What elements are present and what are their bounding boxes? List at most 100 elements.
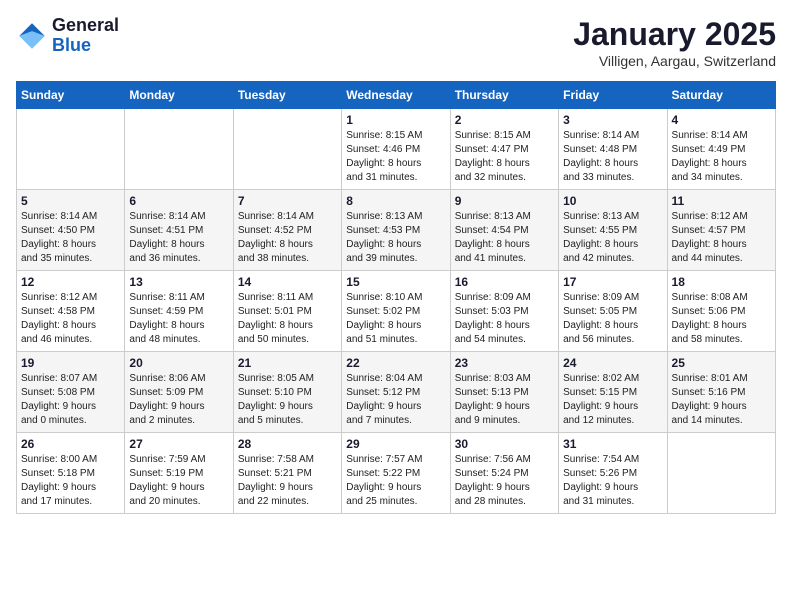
day-detail: Sunrise: 7:57 AMSunset: 5:22 PMDaylight:… bbox=[346, 453, 445, 509]
day-detail: Sunrise: 8:15 AMSunset: 4:46 PMDaylight:… bbox=[346, 129, 445, 185]
calendar-cell: 5 Sunrise: 8:14 AMSunset: 4:50 PMDaylight… bbox=[17, 190, 125, 271]
day-detail: Sunrise: 8:14 AMSunset: 4:49 PMDaylight:… bbox=[672, 129, 771, 185]
day-detail: Sunrise: 8:01 AMSunset: 5:16 PMDaylight:… bbox=[672, 372, 771, 428]
day-detail: Sunrise: 8:11 AMSunset: 5:01 PMDaylight:… bbox=[238, 291, 337, 347]
calendar-week-row: 5 Sunrise: 8:14 AMSunset: 4:50 PMDaylight… bbox=[17, 190, 776, 271]
calendar-header-row: Sunday Monday Tuesday Wednesday Thursday… bbox=[17, 82, 776, 109]
calendar-cell: 20 Sunrise: 8:06 AMSunset: 5:09 PMDayligh… bbox=[125, 352, 233, 433]
day-number: 24 bbox=[563, 356, 662, 370]
day-number: 31 bbox=[563, 437, 662, 451]
calendar-cell: 31 Sunrise: 7:54 AMSunset: 5:26 PMDayligh… bbox=[559, 433, 667, 514]
header-sunday: Sunday bbox=[17, 82, 125, 109]
day-detail: Sunrise: 8:06 AMSunset: 5:09 PMDaylight:… bbox=[129, 372, 228, 428]
day-number: 21 bbox=[238, 356, 337, 370]
day-number: 3 bbox=[563, 113, 662, 127]
day-detail: Sunrise: 7:58 AMSunset: 5:21 PMDaylight:… bbox=[238, 453, 337, 509]
day-number: 9 bbox=[455, 194, 554, 208]
day-number: 13 bbox=[129, 275, 228, 289]
calendar-cell: 2 Sunrise: 8:15 AMSunset: 4:47 PMDaylight… bbox=[450, 109, 558, 190]
calendar-cell: 10 Sunrise: 8:13 AMSunset: 4:55 PMDayligh… bbox=[559, 190, 667, 271]
day-detail: Sunrise: 8:02 AMSunset: 5:15 PMDaylight:… bbox=[563, 372, 662, 428]
header-friday: Friday bbox=[559, 82, 667, 109]
page-header: General Blue January 2025 Villigen, Aarg… bbox=[16, 16, 776, 69]
day-number: 4 bbox=[672, 113, 771, 127]
calendar-cell: 26Sunrise: 8:00 AMSunset: 5:18 PMDayligh… bbox=[17, 433, 125, 514]
calendar-week-row: 19Sunrise: 8:07 AMSunset: 5:08 PMDayligh… bbox=[17, 352, 776, 433]
calendar-week-row: 1 Sunrise: 8:15 AMSunset: 4:46 PMDaylight… bbox=[17, 109, 776, 190]
header-saturday: Saturday bbox=[667, 82, 775, 109]
day-detail: Sunrise: 7:59 AMSunset: 5:19 PMDaylight:… bbox=[129, 453, 228, 509]
calendar-cell: 14 Sunrise: 8:11 AMSunset: 5:01 PMDayligh… bbox=[233, 271, 341, 352]
day-number: 1 bbox=[346, 113, 445, 127]
day-number: 17 bbox=[563, 275, 662, 289]
calendar-cell: 1 Sunrise: 8:15 AMSunset: 4:46 PMDaylight… bbox=[342, 109, 450, 190]
title-block: January 2025 Villigen, Aargau, Switzerla… bbox=[573, 16, 776, 69]
calendar-cell: 22Sunrise: 8:04 AMSunset: 5:12 PMDayligh… bbox=[342, 352, 450, 433]
day-detail: Sunrise: 8:09 AMSunset: 5:03 PMDaylight:… bbox=[455, 291, 554, 347]
day-detail: Sunrise: 7:54 AMSunset: 5:26 PMDaylight:… bbox=[563, 453, 662, 509]
calendar-cell: 3Sunrise: 8:14 AMSunset: 4:48 PMDaylight… bbox=[559, 109, 667, 190]
day-number: 28 bbox=[238, 437, 337, 451]
calendar-cell: 4 Sunrise: 8:14 AMSunset: 4:49 PMDaylight… bbox=[667, 109, 775, 190]
calendar-cell: 16 Sunrise: 8:09 AMSunset: 5:03 PMDayligh… bbox=[450, 271, 558, 352]
day-detail: Sunrise: 8:13 AMSunset: 4:53 PMDaylight:… bbox=[346, 210, 445, 266]
calendar-cell: 27 Sunrise: 7:59 AMSunset: 5:19 PMDayligh… bbox=[125, 433, 233, 514]
day-number: 27 bbox=[129, 437, 228, 451]
header-monday: Monday bbox=[125, 82, 233, 109]
calendar-cell: 9 Sunrise: 8:13 AMSunset: 4:54 PMDaylight… bbox=[450, 190, 558, 271]
day-number: 15 bbox=[346, 275, 445, 289]
calendar-cell: 15 Sunrise: 8:10 AMSunset: 5:02 PMDayligh… bbox=[342, 271, 450, 352]
day-detail: Sunrise: 8:13 AMSunset: 4:54 PMDaylight:… bbox=[455, 210, 554, 266]
day-number: 7 bbox=[238, 194, 337, 208]
day-detail: Sunrise: 8:12 AMSunset: 4:57 PMDaylight:… bbox=[672, 210, 771, 266]
logo-icon bbox=[16, 20, 48, 52]
day-number: 30 bbox=[455, 437, 554, 451]
logo: General Blue bbox=[16, 16, 119, 56]
day-number: 10 bbox=[563, 194, 662, 208]
calendar-cell: 21Sunrise: 8:05 AMSunset: 5:10 PMDayligh… bbox=[233, 352, 341, 433]
day-detail: Sunrise: 8:15 AMSunset: 4:47 PMDaylight:… bbox=[455, 129, 554, 185]
calendar-cell: 6Sunrise: 8:14 AMSunset: 4:51 PMDaylight… bbox=[125, 190, 233, 271]
calendar-cell: 8Sunrise: 8:13 AMSunset: 4:53 PMDaylight… bbox=[342, 190, 450, 271]
day-detail: Sunrise: 8:04 AMSunset: 5:12 PMDaylight:… bbox=[346, 372, 445, 428]
day-detail: Sunrise: 8:03 AMSunset: 5:13 PMDaylight:… bbox=[455, 372, 554, 428]
calendar-cell: 29 Sunrise: 7:57 AMSunset: 5:22 PMDayligh… bbox=[342, 433, 450, 514]
day-number: 20 bbox=[129, 356, 228, 370]
header-thursday: Thursday bbox=[450, 82, 558, 109]
calendar-cell: 18 Sunrise: 8:08 AMSunset: 5:06 PMDayligh… bbox=[667, 271, 775, 352]
day-number: 29 bbox=[346, 437, 445, 451]
calendar-cell: 24 Sunrise: 8:02 AMSunset: 5:15 PMDayligh… bbox=[559, 352, 667, 433]
day-number: 16 bbox=[455, 275, 554, 289]
calendar-cell bbox=[667, 433, 775, 514]
calendar-cell: 13 Sunrise: 8:11 AMSunset: 4:59 PMDayligh… bbox=[125, 271, 233, 352]
day-detail: Sunrise: 8:13 AMSunset: 4:55 PMDaylight:… bbox=[563, 210, 662, 266]
header-tuesday: Tuesday bbox=[233, 82, 341, 109]
calendar-week-row: 12 Sunrise: 8:12 AMSunset: 4:58 PMDayligh… bbox=[17, 271, 776, 352]
day-number: 5 bbox=[21, 194, 120, 208]
calendar-cell bbox=[17, 109, 125, 190]
day-detail: Sunrise: 8:14 AMSunset: 4:52 PMDaylight:… bbox=[238, 210, 337, 266]
day-number: 25 bbox=[672, 356, 771, 370]
day-detail: Sunrise: 8:09 AMSunset: 5:05 PMDaylight:… bbox=[563, 291, 662, 347]
day-number: 18 bbox=[672, 275, 771, 289]
day-number: 2 bbox=[455, 113, 554, 127]
day-number: 19 bbox=[21, 356, 120, 370]
day-detail: Sunrise: 8:14 AMSunset: 4:50 PMDaylight:… bbox=[21, 210, 120, 266]
day-detail: Sunrise: 8:08 AMSunset: 5:06 PMDaylight:… bbox=[672, 291, 771, 347]
day-number: 26 bbox=[21, 437, 120, 451]
day-number: 14 bbox=[238, 275, 337, 289]
calendar-cell: 19Sunrise: 8:07 AMSunset: 5:08 PMDayligh… bbox=[17, 352, 125, 433]
day-number: 11 bbox=[672, 194, 771, 208]
logo-text: General Blue bbox=[52, 16, 119, 56]
day-number: 6 bbox=[129, 194, 228, 208]
calendar-cell bbox=[125, 109, 233, 190]
calendar-cell: 23Sunrise: 8:03 AMSunset: 5:13 PMDayligh… bbox=[450, 352, 558, 433]
header-wednesday: Wednesday bbox=[342, 82, 450, 109]
day-detail: Sunrise: 8:11 AMSunset: 4:59 PMDaylight:… bbox=[129, 291, 228, 347]
day-detail: Sunrise: 8:12 AMSunset: 4:58 PMDaylight:… bbox=[21, 291, 120, 347]
day-detail: Sunrise: 8:10 AMSunset: 5:02 PMDaylight:… bbox=[346, 291, 445, 347]
day-number: 12 bbox=[21, 275, 120, 289]
calendar-cell: 30Sunrise: 7:56 AMSunset: 5:24 PMDayligh… bbox=[450, 433, 558, 514]
calendar-week-row: 26Sunrise: 8:00 AMSunset: 5:18 PMDayligh… bbox=[17, 433, 776, 514]
calendar-cell: 25 Sunrise: 8:01 AMSunset: 5:16 PMDayligh… bbox=[667, 352, 775, 433]
